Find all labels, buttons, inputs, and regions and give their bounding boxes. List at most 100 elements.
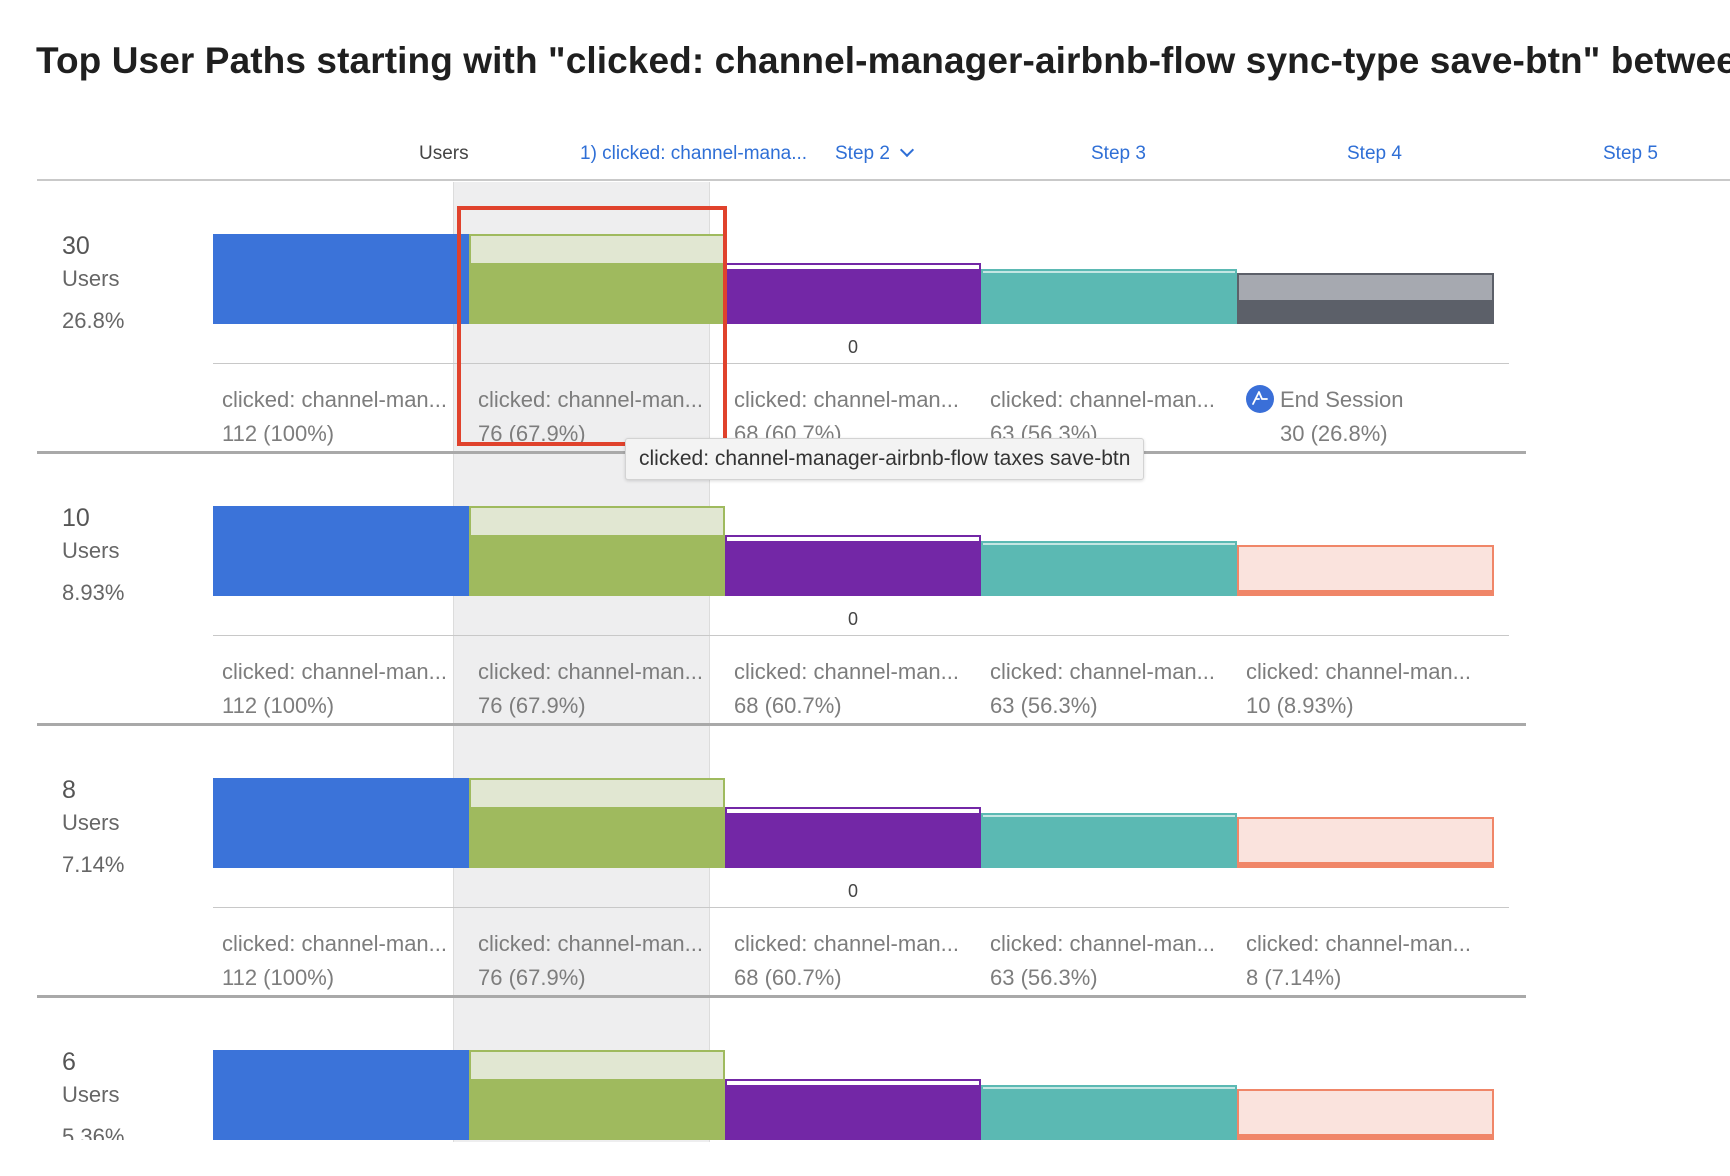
- step-4-path-bar: [981, 1089, 1237, 1140]
- path-bar-chart: [213, 234, 1496, 324]
- step-4-bar[interactable]: [981, 813, 1237, 868]
- path-bar-chart: [213, 506, 1496, 596]
- event-count: 112 (100%): [222, 965, 335, 990]
- step-1-bar[interactable]: [213, 234, 469, 324]
- event-name: clicked: channel-man...: [990, 387, 1215, 412]
- step-3-event-cell[interactable]: clicked: channel-man... 68 (60.7%): [734, 659, 984, 719]
- step-1-path-bar: [213, 234, 469, 324]
- axis-zero-label: 0: [848, 337, 859, 357]
- step-3-event-cell[interactable]: clicked: channel-man... 68 (60.7%): [734, 931, 984, 991]
- step-2-path-bar: [469, 535, 725, 596]
- step-1-event-cell[interactable]: clicked: channel-man... 112 (100%): [222, 659, 472, 719]
- path-users-label: Users: [62, 1082, 120, 1107]
- column-header-step-5[interactable]: Step 5: [1603, 143, 1658, 165]
- step-3-path-bar: [725, 269, 981, 324]
- step-5-total-bar: [1237, 1089, 1494, 1140]
- step-3-bar[interactable]: [725, 1079, 981, 1140]
- step-4-bar[interactable]: [981, 541, 1237, 596]
- step-5-event-cell[interactable]: End Session 30 (26.8%): [1246, 385, 1496, 447]
- event-count: 63 (56.3%): [990, 693, 1098, 718]
- event-count: 68 (60.7%): [734, 965, 842, 990]
- column-header-step-2[interactable]: Step 2: [835, 142, 915, 165]
- step-2-label: Step 2: [835, 143, 890, 164]
- step-4-path-bar: [981, 817, 1237, 868]
- step-4-path-bar: [981, 273, 1237, 324]
- step-5-path-bar: [1237, 862, 1494, 868]
- step-5-event-cell[interactable]: clicked: channel-man... 10 (8.93%): [1246, 659, 1496, 719]
- path-row[interactable]: 10 Users 8.93% 0 clicked: channel-man... 112 …: [0, 454, 1730, 726]
- header-divider: [37, 179, 1730, 181]
- step-1-bar[interactable]: [213, 778, 469, 868]
- step-2-event-cell[interactable]: clicked: channel-man... 76 (67.9%): [478, 659, 728, 719]
- step-2-event-cell[interactable]: clicked: channel-man... 76 (67.9%): [478, 931, 728, 991]
- step-2-path-bar: [469, 807, 725, 868]
- path-percentage: 8.93%: [62, 580, 125, 605]
- path-user-count: 10: [62, 504, 90, 532]
- step-4-event-cell[interactable]: clicked: channel-man... 63 (56.3%): [990, 931, 1240, 991]
- event-name: clicked: channel-man...: [1246, 659, 1471, 684]
- row-inner-divider: [213, 907, 1509, 908]
- event-name: clicked: channel-man...: [734, 931, 959, 956]
- event-name: clicked: channel-man...: [1246, 931, 1471, 956]
- step-4-path-bar: [981, 545, 1237, 596]
- step-5-event-cell[interactable]: clicked: channel-man... 8 (7.14%): [1246, 931, 1496, 991]
- path-row[interactable]: 6 Users 5.36%: [0, 998, 1730, 1140]
- path-row[interactable]: 30 Users 26.8% 0 clicked: channel-man... 112 …: [0, 182, 1730, 454]
- event-name: clicked: channel-man...: [734, 387, 959, 412]
- event-name: clicked: channel-man...: [222, 659, 447, 684]
- step-2-bar[interactable]: [469, 778, 725, 868]
- step-4-event-cell[interactable]: clicked: channel-man... 63 (56.3%): [990, 659, 1240, 719]
- step-1-event-cell[interactable]: clicked: channel-man... 112 (100%): [222, 931, 472, 991]
- step-5-bar[interactable]: [1237, 817, 1494, 868]
- event-name: clicked: channel-man...: [990, 659, 1215, 684]
- event-name: clicked: channel-man...: [222, 387, 447, 412]
- step-3-bar[interactable]: [725, 535, 981, 596]
- step-3-path-bar: [725, 541, 981, 596]
- step-3-path-bar: [725, 1085, 981, 1140]
- step-5-path-bar: [1237, 1134, 1494, 1140]
- step-3-bar[interactable]: [725, 263, 981, 324]
- path-percentage: 5.36%: [62, 1124, 125, 1140]
- step-3-bar[interactable]: [725, 807, 981, 868]
- event-name: clicked: channel-man...: [990, 931, 1215, 956]
- step-1-event-cell[interactable]: clicked: channel-man... 112 (100%): [222, 387, 472, 447]
- event-name: clicked: channel-man...: [734, 659, 959, 684]
- column-header-step-4[interactable]: Step 4: [1347, 143, 1402, 165]
- event-count: 30 (26.8%): [1280, 421, 1388, 446]
- step-5-total-bar: [1237, 817, 1494, 868]
- axis-zero-label: 0: [848, 881, 859, 901]
- step-1-bar[interactable]: [213, 506, 469, 596]
- row-inner-divider: [213, 363, 1509, 364]
- step-2-path-bar: [469, 263, 725, 324]
- column-header-step-1[interactable]: 1) clicked: channel-mana...: [580, 143, 807, 165]
- event-count: 68 (60.7%): [734, 693, 842, 718]
- path-users-label: Users: [62, 538, 120, 563]
- path-user-count: 30: [62, 232, 90, 260]
- column-header-step-3[interactable]: Step 3: [1091, 143, 1146, 165]
- path-users-label: Users: [62, 810, 120, 835]
- step-5-bar[interactable]: [1237, 1089, 1494, 1140]
- path-row[interactable]: 8 Users 7.14% 0 clicked: channel-man... 112 (…: [0, 726, 1730, 998]
- step-5-bar[interactable]: [1237, 545, 1494, 596]
- event-name: clicked: channel-man...: [478, 931, 703, 956]
- event-name: clicked: channel-man...: [478, 659, 703, 684]
- step-5-bar[interactable]: [1237, 273, 1494, 324]
- step-5-path-bar: [1237, 300, 1494, 324]
- path-user-count: 6: [62, 1048, 76, 1076]
- path-percentage: 26.8%: [62, 308, 125, 333]
- tooltip: clicked: channel-manager-airbnb-flow tax…: [625, 438, 1145, 480]
- step-2-bar[interactable]: [469, 506, 725, 596]
- step-4-bar[interactable]: [981, 269, 1237, 324]
- path-percentage: 7.14%: [62, 852, 125, 877]
- page-title: Top User Paths starting with "clicked: c…: [36, 40, 1730, 81]
- step-4-bar[interactable]: [981, 1085, 1237, 1140]
- event-count: 112 (100%): [222, 693, 335, 718]
- event-count: 8 (7.14%): [1246, 965, 1342, 990]
- event-name: End Session: [1280, 387, 1404, 412]
- step-2-bar[interactable]: [469, 1050, 725, 1140]
- path-bar-chart: [213, 778, 1496, 868]
- step-5-total-bar: [1237, 545, 1494, 596]
- step-1-bar[interactable]: [213, 1050, 469, 1140]
- event-name: clicked: channel-man...: [222, 931, 447, 956]
- step-2-bar[interactable]: [469, 234, 725, 324]
